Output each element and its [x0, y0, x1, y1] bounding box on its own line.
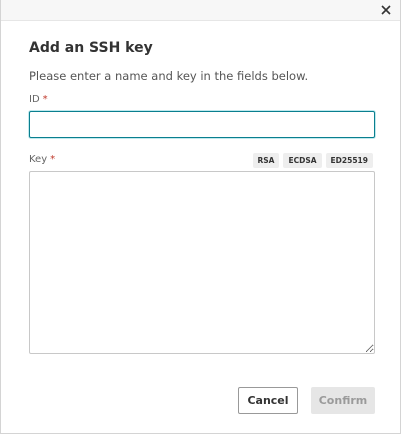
key-type-rsa[interactable]: RSA [252, 153, 280, 168]
id-label-text: ID [29, 94, 40, 105]
cancel-button[interactable]: Cancel [238, 387, 298, 414]
dialog-top-bar [1, 0, 400, 21]
ssh-key-dialog: Add an SSH key Please enter a name and k… [0, 0, 401, 434]
close-icon[interactable] [378, 2, 394, 18]
required-mark: * [50, 154, 56, 165]
dialog-subtitle: Please enter a name and key in the field… [29, 69, 309, 83]
key-label: Key * [29, 154, 55, 165]
confirm-button[interactable]: Confirm [311, 387, 375, 414]
key-type-ed25519[interactable]: ED25519 [325, 153, 373, 168]
id-input[interactable] [29, 111, 375, 138]
dialog-title: Add an SSH key [29, 40, 153, 56]
key-label-text: Key [29, 154, 48, 165]
key-type-chips: RSA ECDSA ED25519 [252, 153, 373, 168]
id-label: ID * [29, 94, 48, 105]
key-textarea[interactable] [29, 171, 375, 354]
key-type-ecdsa[interactable]: ECDSA [283, 153, 322, 168]
required-mark: * [42, 94, 48, 105]
